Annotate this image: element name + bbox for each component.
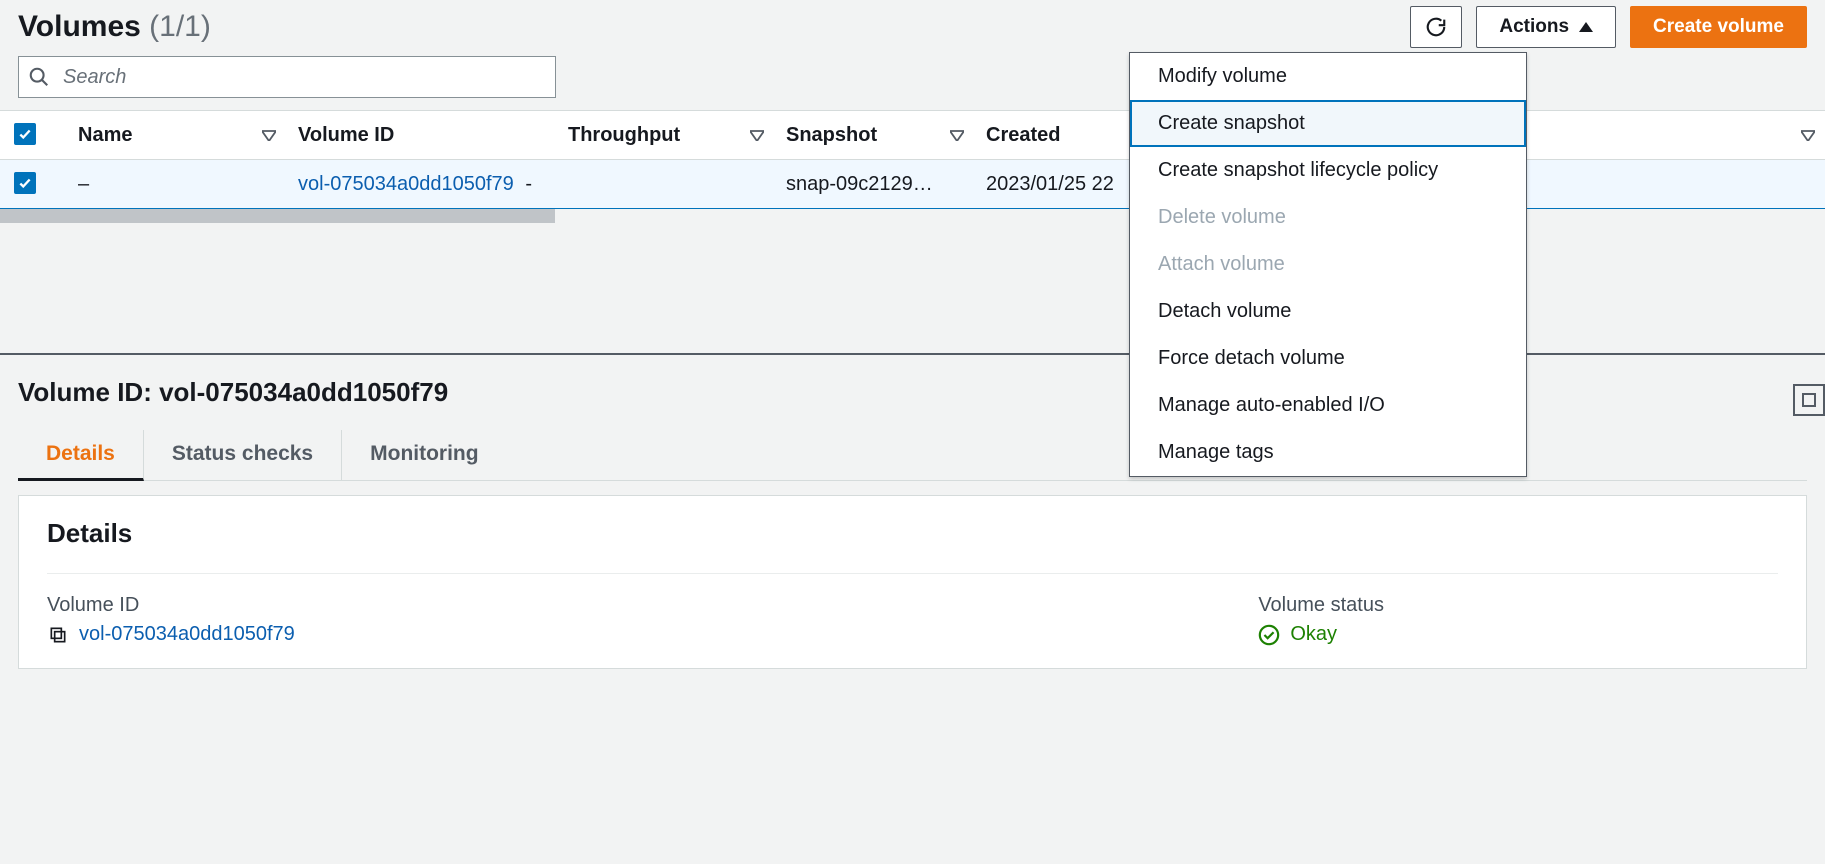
field-volume-id: Volume ID vol-075034a0dd1050f79 bbox=[47, 594, 567, 646]
sort-icon bbox=[1801, 129, 1815, 141]
th-volume-id[interactable]: Volume ID bbox=[284, 111, 554, 160]
cell-throughput-inline: - bbox=[525, 173, 532, 195]
search-row bbox=[0, 48, 1825, 110]
copy-icon[interactable] bbox=[47, 624, 69, 646]
detail-title: Volume ID: vol-075034a0dd1050f79 bbox=[18, 377, 1807, 408]
actions-menu-item[interactable]: Detach volume bbox=[1130, 288, 1526, 335]
caret-up-icon bbox=[1579, 22, 1593, 32]
field-spacer bbox=[627, 594, 1199, 646]
status-text: Okay bbox=[1290, 623, 1337, 646]
cell-volume-id: vol-075034a0dd1050f79 - bbox=[284, 160, 554, 209]
actions-menu-item[interactable]: Modify volume bbox=[1130, 53, 1526, 100]
field-volume-status-value: Okay bbox=[1258, 623, 1778, 646]
field-volume-status-label: Volume status bbox=[1258, 594, 1778, 617]
actions-menu-item[interactable]: Create snapshot lifecycle policy bbox=[1130, 147, 1526, 194]
sort-icon bbox=[262, 129, 276, 141]
th-select bbox=[0, 111, 64, 160]
table-region: Name Volume ID Throughput bbox=[0, 110, 1825, 223]
th-created-label: Created bbox=[986, 124, 1060, 146]
th-throughput-label: Throughput bbox=[568, 124, 680, 146]
th-snapshot[interactable]: Snapshot bbox=[772, 111, 972, 160]
actions-menu-item[interactable]: Manage auto-enabled I/O bbox=[1130, 382, 1526, 429]
actions-menu-item[interactable]: Create snapshot bbox=[1130, 100, 1526, 147]
table-row[interactable]: – vol-075034a0dd1050f79 - snap-09c2129… … bbox=[0, 160, 1825, 209]
table-header-row: Name Volume ID Throughput bbox=[0, 111, 1825, 160]
page-title-count: (1/1) bbox=[149, 10, 211, 43]
field-volume-id-label: Volume ID bbox=[47, 594, 567, 617]
details-grid: Volume ID vol-075034a0dd1050f79 Volume s… bbox=[47, 573, 1778, 646]
sort-icon bbox=[750, 129, 764, 141]
field-volume-id-value: vol-075034a0dd1050f79 bbox=[47, 623, 567, 646]
expand-icon bbox=[1802, 393, 1816, 407]
ok-check-icon bbox=[1258, 624, 1280, 646]
field-volume-status: Volume status Okay bbox=[1258, 594, 1778, 646]
cell-snapshot: snap-09c2129… bbox=[772, 160, 972, 209]
cell-throughput bbox=[554, 160, 772, 209]
actions-button[interactable]: Actions bbox=[1476, 6, 1616, 48]
search-input[interactable] bbox=[18, 56, 556, 98]
actions-menu-item: Delete volume bbox=[1130, 194, 1526, 241]
details-card-title: Details bbox=[47, 518, 1778, 549]
page-title-text: Volumes bbox=[18, 10, 141, 43]
actions-menu: Modify volumeCreate snapshotCreate snaps… bbox=[1129, 52, 1527, 477]
tab-details[interactable]: Details bbox=[18, 430, 144, 481]
header-row: Volumes (1/1) Actions Create volume Modi… bbox=[0, 0, 1825, 48]
actions-menu-item[interactable]: Force detach volume bbox=[1130, 335, 1526, 382]
tab-status-checks[interactable]: Status checks bbox=[144, 430, 342, 480]
th-snapshot-label: Snapshot bbox=[786, 124, 877, 146]
header-actions: Actions Create volume Modify volumeCreat… bbox=[1410, 6, 1807, 48]
page-title: Volumes (1/1) bbox=[18, 10, 211, 44]
search-icon bbox=[28, 66, 50, 88]
volume-id-link[interactable]: vol-075034a0dd1050f79 bbox=[298, 173, 514, 195]
th-name-label: Name bbox=[78, 124, 132, 146]
refresh-icon bbox=[1425, 16, 1447, 38]
horizontal-scrollbar[interactable] bbox=[0, 209, 1825, 223]
th-volume-id-label: Volume ID bbox=[298, 124, 394, 146]
detail-panel: Volume ID: vol-075034a0dd1050f79 Details… bbox=[0, 355, 1825, 669]
actions-menu-item: Attach volume bbox=[1130, 241, 1526, 288]
create-volume-label: Create volume bbox=[1653, 16, 1784, 38]
row-checkbox[interactable] bbox=[14, 172, 36, 194]
search-wrap bbox=[18, 56, 556, 98]
actions-menu-item[interactable]: Manage tags bbox=[1130, 429, 1526, 476]
volumes-table: Name Volume ID Throughput bbox=[0, 111, 1825, 209]
th-throughput[interactable]: Throughput bbox=[554, 111, 772, 160]
detail-tabs: Details Status checks Monitoring bbox=[18, 430, 1807, 481]
sort-icon bbox=[950, 129, 964, 141]
th-name[interactable]: Name bbox=[64, 111, 284, 160]
tab-monitoring[interactable]: Monitoring bbox=[342, 430, 506, 480]
create-volume-button[interactable]: Create volume bbox=[1630, 6, 1807, 48]
cell-name: – bbox=[64, 160, 284, 209]
panel-expand-button[interactable] bbox=[1793, 384, 1825, 416]
select-all-checkbox[interactable] bbox=[14, 123, 36, 145]
details-card: Details Volume ID vol-075034a0dd1050f79 … bbox=[18, 495, 1807, 669]
actions-button-label: Actions bbox=[1499, 16, 1569, 38]
refresh-button[interactable] bbox=[1410, 6, 1462, 48]
detail-volume-id-link[interactable]: vol-075034a0dd1050f79 bbox=[79, 623, 295, 646]
